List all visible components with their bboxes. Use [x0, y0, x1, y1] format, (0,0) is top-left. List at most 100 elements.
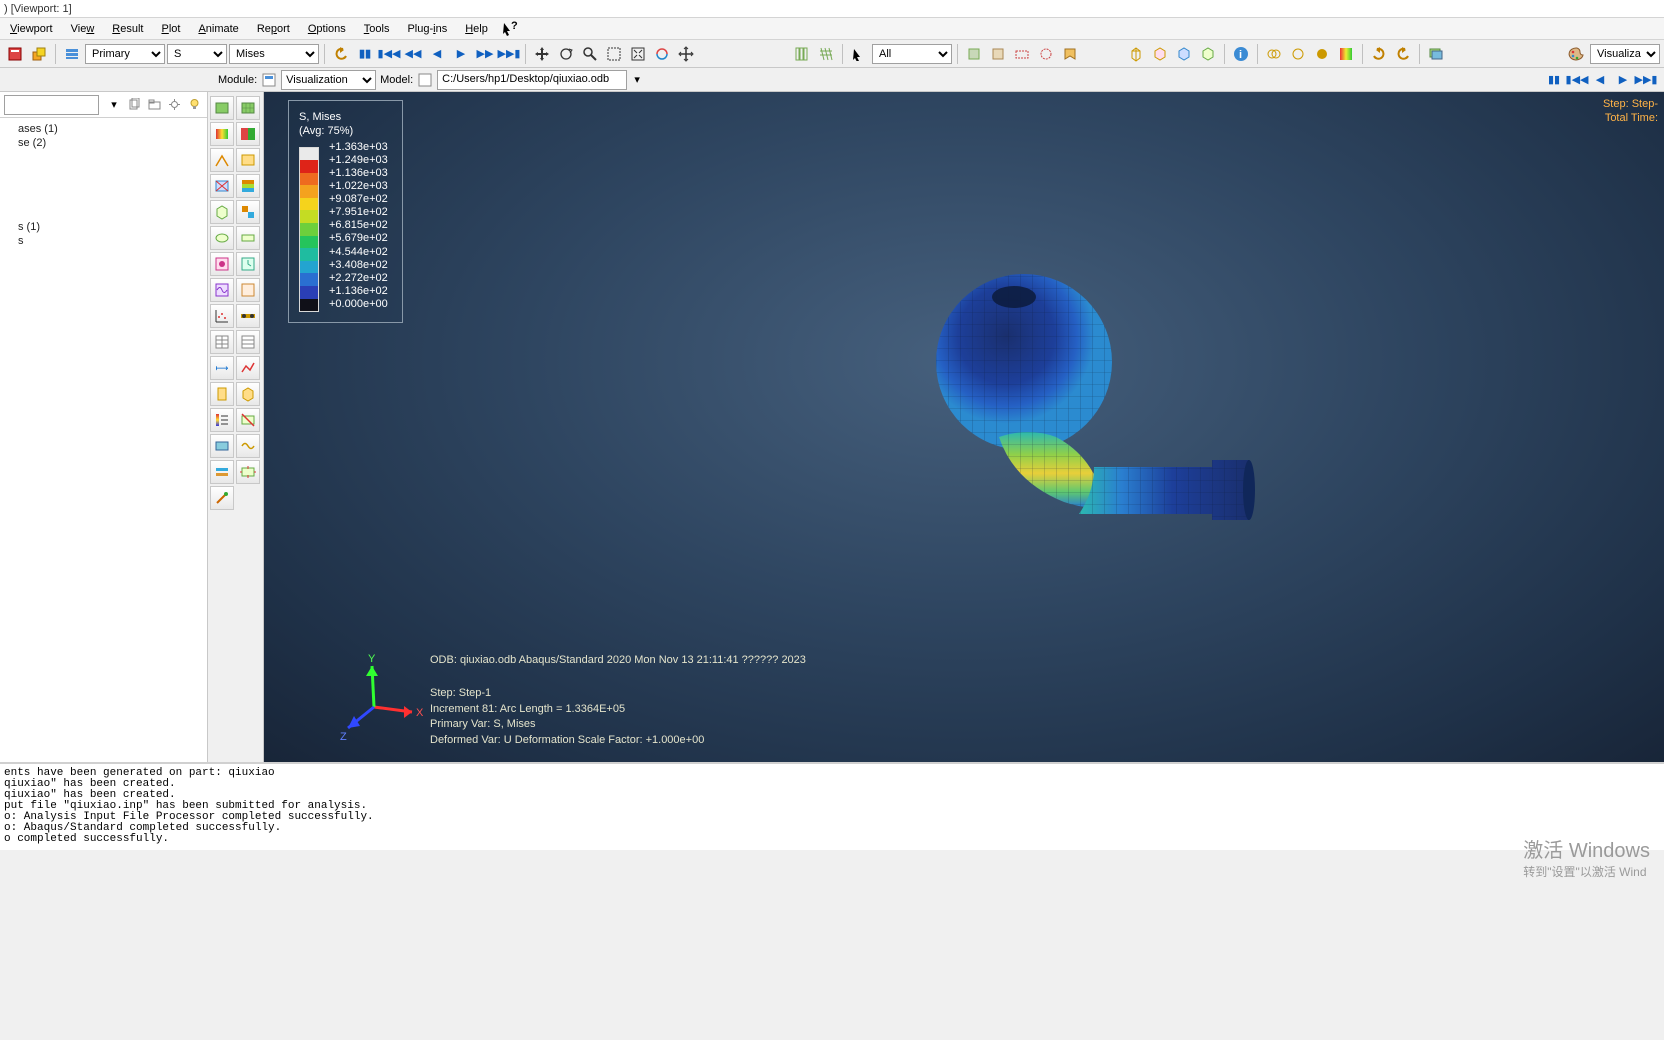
pan-icon[interactable] [531, 43, 553, 65]
tree-node-se[interactable]: se (2) [6, 136, 201, 150]
palette-icon[interactable] [1566, 43, 1588, 65]
menu-tools[interactable]: Tools [356, 21, 398, 37]
vt-field-table-icon[interactable] [236, 330, 260, 354]
first-frame-icon[interactable]: ▮◀◀ [378, 43, 400, 65]
undo-icon[interactable] [330, 43, 352, 65]
vt-deformed-icon[interactable] [236, 96, 260, 120]
tree-node-ases[interactable]: ases (1) [6, 122, 201, 136]
menu-help[interactable]: Help [457, 21, 496, 37]
menu-viewport[interactable]: Viewport [2, 21, 61, 37]
tb-db-icon[interactable] [4, 43, 26, 65]
spot1-icon[interactable] [963, 43, 985, 65]
anim-first-icon[interactable]: ▮◀◀ [1567, 71, 1587, 89]
viewport[interactable]: S, Mises (Avg: 75%) +1.363e+03+1.249e+03… [264, 92, 1664, 762]
last-frame-icon[interactable]: ▶▶▮ [498, 43, 520, 65]
model-dropdown-icon[interactable]: ▾ [631, 73, 643, 86]
menu-options[interactable]: Options [300, 21, 354, 37]
tree-settings-icon[interactable] [165, 96, 183, 114]
menu-report[interactable]: Report [249, 21, 298, 37]
grid2-icon[interactable] [815, 43, 837, 65]
pick-icon[interactable] [848, 43, 870, 65]
menu-plugins[interactable]: Plug-ins [399, 21, 455, 37]
vt-path-icon[interactable]: ⟼ [210, 356, 234, 380]
vt-stream-icon[interactable] [236, 434, 260, 458]
grid1-icon[interactable] [791, 43, 813, 65]
menu-animate[interactable]: Animate [190, 21, 246, 37]
pick-all-select[interactable]: All [872, 44, 952, 64]
prev-frame-icon[interactable]: ◀◀ [402, 43, 424, 65]
tree-copy-icon[interactable] [125, 96, 143, 114]
layers-icon[interactable] [1425, 43, 1447, 65]
vt-contour-legend-icon[interactable] [210, 408, 234, 432]
tb-stack-icon[interactable] [28, 43, 50, 65]
step-fwd-icon[interactable]: ▶ [450, 43, 472, 65]
tree-filter-select[interactable] [4, 95, 99, 115]
next-frame-icon[interactable]: ▶▶ [474, 43, 496, 65]
vt-common-icon[interactable] [210, 200, 234, 224]
tree-node-s[interactable]: s [6, 234, 201, 248]
region1-icon[interactable] [1011, 43, 1033, 65]
fit-icon[interactable] [627, 43, 649, 65]
primary-select[interactable]: Primary [85, 44, 165, 64]
vis-select[interactable]: Visualizat [1590, 44, 1660, 64]
vt-ply-icon[interactable] [236, 174, 260, 198]
view-triad[interactable]: X Y Z [334, 652, 424, 742]
message-log[interactable]: ents have been generated on part: qiuxia… [0, 762, 1664, 850]
model-tree[interactable]: ases (1) se (2) s (1) s [0, 118, 207, 252]
vt-odb-display-icon[interactable] [210, 434, 234, 458]
vt-probe-icon[interactable] [210, 486, 234, 510]
redo2-icon[interactable] [1392, 43, 1414, 65]
info-icon[interactable]: i [1230, 43, 1252, 65]
vt-result-table-icon[interactable] [210, 330, 234, 354]
anim-back-icon[interactable]: ◀ [1590, 71, 1610, 89]
vt-cuts-icon[interactable] [210, 460, 234, 484]
vt-history-icon[interactable] [210, 382, 234, 406]
menu-view[interactable]: View [63, 21, 103, 37]
circ1-icon[interactable] [1263, 43, 1285, 65]
vt-contour-icon[interactable] [210, 122, 234, 146]
vt-extrude-icon[interactable] [236, 226, 260, 250]
anim-pause-icon[interactable]: ▮▮ [1544, 71, 1564, 89]
module-select[interactable]: Visualization [281, 70, 376, 90]
persp4-icon[interactable] [1197, 43, 1219, 65]
cycle-icon[interactable] [651, 43, 673, 65]
persp3-icon[interactable] [1173, 43, 1195, 65]
region2-icon[interactable] [1035, 43, 1057, 65]
tree-nav-down-icon[interactable]: ▾ [105, 96, 123, 114]
vt-anim-options-icon[interactable] [236, 278, 260, 302]
expand-icon[interactable] [675, 43, 697, 65]
redo-icon[interactable] [1368, 43, 1390, 65]
vt-undeformed-icon[interactable] [210, 96, 234, 120]
vt-anim-harm-icon[interactable] [210, 278, 234, 302]
anim-last-icon[interactable]: ▶▶▮ [1636, 71, 1656, 89]
rotate-icon[interactable] [555, 43, 577, 65]
vt-anim-scale-icon[interactable] [210, 252, 234, 276]
tree-node-s1[interactable]: s (1) [6, 220, 201, 234]
vt-anim-time-icon[interactable] [236, 252, 260, 276]
vt-swept-icon[interactable] [210, 226, 234, 250]
vt-path-plot-icon[interactable] [236, 356, 260, 380]
tree-open-icon[interactable] [145, 96, 163, 114]
vt-xy-options-icon[interactable] [236, 304, 260, 328]
vt-symbol-icon[interactable] [210, 148, 234, 172]
step-back-icon[interactable]: ◀ [426, 43, 448, 65]
persp1-icon[interactable] [1125, 43, 1147, 65]
pause-icon[interactable]: ▮▮ [354, 43, 376, 65]
vt-super-icon[interactable] [236, 200, 260, 224]
vt-xyplot-icon[interactable] [210, 304, 234, 328]
region3-icon[interactable] [1059, 43, 1081, 65]
persp2-icon[interactable] [1149, 43, 1171, 65]
graph-color-icon[interactable] [1335, 43, 1357, 65]
spot2-icon[interactable] [987, 43, 1009, 65]
vt-contour-both-icon[interactable] [236, 122, 260, 146]
circ2-icon[interactable] [1287, 43, 1309, 65]
menu-result[interactable]: Result [104, 21, 151, 37]
model-path[interactable]: C:/Users/hp1/Desktop/qiuxiao.odb [437, 70, 627, 90]
variable-mises-select[interactable]: Mises [229, 44, 319, 64]
anim-fwd-icon[interactable]: ▶ [1613, 71, 1633, 89]
tb-field-icon[interactable] [61, 43, 83, 65]
vt-freebody-icon[interactable] [236, 460, 260, 484]
tree-bulb-icon[interactable] [185, 96, 203, 114]
zoom-box-icon[interactable] [603, 43, 625, 65]
context-help-icon[interactable]: ? [502, 21, 518, 37]
